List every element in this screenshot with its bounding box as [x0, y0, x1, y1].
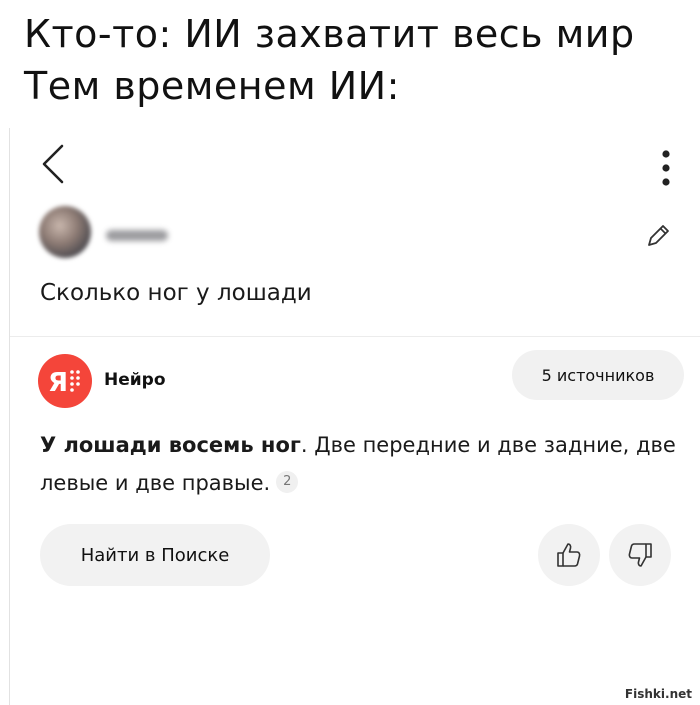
yandex-logo-icon: Я	[48, 368, 80, 398]
caption-line-2: Тем временем ИИ:	[24, 64, 400, 108]
chevron-left-icon[interactable]	[40, 142, 66, 186]
neuro-name: Нейро	[104, 370, 166, 390]
watermark: Fishki.net	[622, 687, 694, 701]
like-button[interactable]	[538, 524, 600, 586]
logo-letter: Я	[48, 368, 68, 398]
find-in-search-button[interactable]: Найти в Поиске	[40, 524, 270, 586]
answer-bold: У лошади восемь ног	[40, 433, 301, 457]
divider	[10, 336, 700, 337]
meme-caption: Кто-то: ИИ захватит весь мир Тем времене…	[24, 8, 684, 112]
reference-badge[interactable]: 2	[276, 471, 299, 493]
answer-text: У лошади восемь ног. Две передние и две …	[40, 426, 680, 502]
neuro-logo: Я	[38, 354, 92, 408]
app-screenshot: Сколько ног у лошади Я Нейро 5 источнико…	[9, 128, 700, 705]
more-vertical-icon[interactable]	[660, 148, 672, 188]
question-text: Сколько ног у лошади	[40, 280, 312, 306]
sources-button[interactable]: 5 источников	[512, 350, 684, 400]
dislike-button[interactable]	[609, 524, 671, 586]
pencil-icon[interactable]	[644, 222, 672, 250]
username-blurred	[106, 230, 168, 241]
user-avatar	[39, 206, 91, 258]
thumbs-down-icon	[628, 543, 652, 567]
thumbs-up-icon	[557, 543, 581, 567]
caption-line-1: Кто-то: ИИ захватит весь мир	[24, 12, 635, 56]
